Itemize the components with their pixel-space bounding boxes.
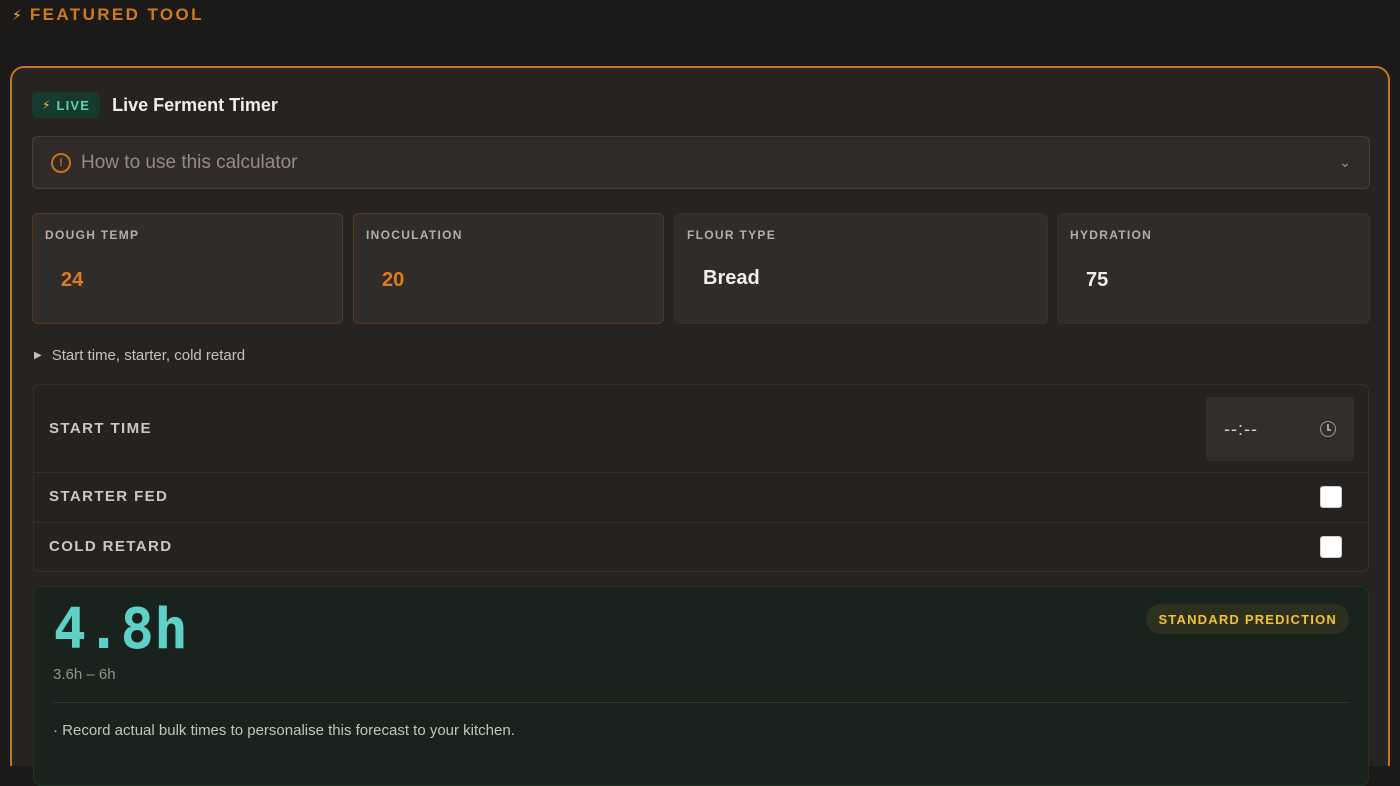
live-badge-label: LIVE	[56, 97, 91, 113]
flour-type-label: FLOUR TYPE	[687, 228, 777, 242]
starter-fed-row: STARTER FED	[34, 473, 1368, 523]
starter-fed-label: STARTER FED	[49, 488, 169, 505]
dough-temp-label: DOUGH TEMP	[45, 228, 140, 242]
clock-icon[interactable]	[1320, 421, 1336, 437]
start-time-input[interactable]: --:--	[1206, 397, 1354, 461]
card-title: Live Ferment Timer	[112, 94, 278, 115]
inoculation-value[interactable]: 20	[382, 269, 404, 292]
how-to-use-accordion[interactable]: ! How to use this calculator ⌄	[32, 136, 1370, 189]
lightning-icon: ⚡	[42, 98, 51, 112]
result-divider	[53, 702, 1349, 703]
prediction-result-panel: 4.8h 3.6h – 6h STANDARD PREDICTION · Rec…	[33, 586, 1369, 786]
dough-temp-field[interactable]: DOUGH TEMP 24	[32, 213, 343, 324]
hydration-value[interactable]: 75	[1086, 269, 1108, 292]
predicted-range: 3.6h – 6h	[53, 666, 116, 683]
advanced-options-toggle[interactable]: ▶ Start time, starter, cold retard	[34, 347, 245, 364]
hydration-label: HYDRATION	[1070, 228, 1153, 242]
live-badge: ⚡ LIVE	[32, 92, 101, 118]
triangle-right-icon: ▶	[34, 350, 42, 361]
advanced-options-label: Start time, starter, cold retard	[51, 347, 246, 364]
inoculation-field[interactable]: INOCULATION 20	[353, 213, 664, 324]
dough-temp-value[interactable]: 24	[61, 269, 83, 292]
cold-retard-label: COLD RETARD	[49, 538, 173, 555]
starter-fed-checkbox[interactable]	[1320, 486, 1342, 508]
how-to-use-label: How to use this calculator	[81, 151, 298, 173]
cold-retard-checkbox[interactable]	[1320, 536, 1342, 558]
chevron-down-icon: ⌄	[1339, 154, 1351, 170]
flour-type-field[interactable]: FLOUR TYPE Bread	[674, 213, 1048, 324]
personalise-note: · Record actual bulk times to personalis…	[53, 722, 515, 739]
start-time-row: START TIME --:--	[34, 385, 1368, 473]
standard-prediction-badge: STANDARD PREDICTION	[1146, 604, 1349, 634]
lightning-icon: ⚡	[12, 6, 22, 23]
predicted-bulk-time: 4.8h	[53, 597, 188, 662]
hydration-field[interactable]: HYDRATION 75	[1057, 213, 1370, 324]
flour-type-value[interactable]: Bread	[703, 267, 760, 290]
card-header: ⚡ LIVE Live Ferment Timer	[32, 92, 278, 118]
featured-tool-heading: ⚡ FEATURED TOOL	[12, 5, 204, 25]
start-time-value: --:--	[1224, 418, 1258, 439]
start-time-label: START TIME	[49, 420, 152, 437]
inoculation-label: INOCULATION	[366, 228, 463, 242]
ferment-timer-card: ⚡ LIVE Live Ferment Timer ! How to use t…	[10, 66, 1390, 786]
cold-retard-row: COLD RETARD	[34, 523, 1368, 572]
featured-tool-label: FEATURED TOOL	[29, 5, 204, 24]
advanced-options-panel: START TIME --:-- STARTER FED COLD RETARD	[33, 384, 1369, 572]
info-icon: !	[51, 152, 71, 173]
